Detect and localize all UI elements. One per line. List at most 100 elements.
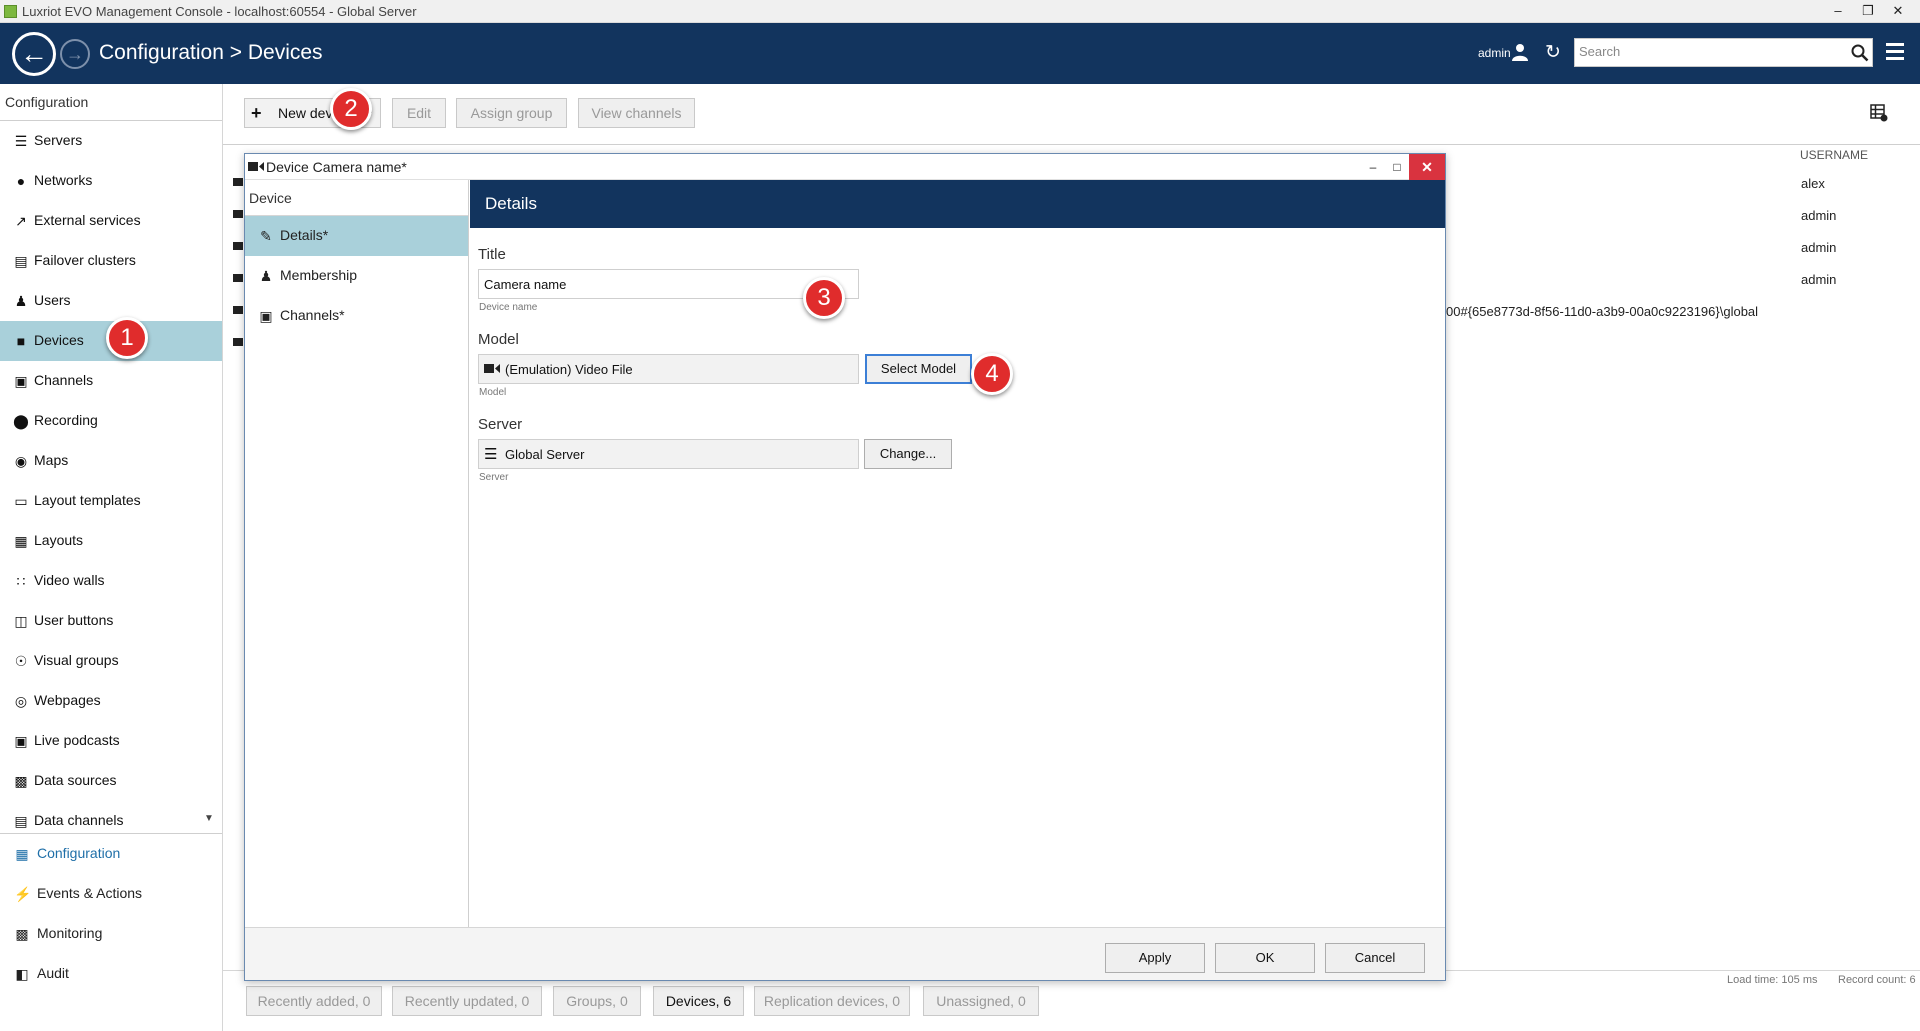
sidebar-section-title: Configuration xyxy=(5,94,89,110)
sidebar-item-webpages[interactable]: ◎ Webpages xyxy=(0,681,222,721)
search-icon[interactable] xyxy=(1851,44,1869,62)
minimize-icon[interactable]: – xyxy=(1361,157,1385,177)
search-field[interactable] xyxy=(1574,38,1873,67)
channels-icon: ▣ xyxy=(259,308,273,324)
view-channels-button[interactable]: View channels xyxy=(578,98,695,128)
user-icon[interactable] xyxy=(1512,43,1528,61)
dialog-section-title: Device xyxy=(249,190,292,206)
sidebar-item-layouts[interactable]: ▦ Layouts xyxy=(0,521,222,561)
user-icon: ♟ xyxy=(14,293,28,309)
cluster-icon: ▤ xyxy=(14,253,28,269)
nav-monitoring[interactable]: ▩ Monitoring xyxy=(0,914,222,954)
nav-events-actions[interactable]: ⚡ Events & Actions xyxy=(0,874,222,914)
title-hint: Device name xyxy=(479,302,538,313)
window-title: Luxriot EVO Management Console - localho… xyxy=(22,4,417,19)
filter-groups[interactable]: Groups, 0 xyxy=(553,986,641,1016)
select-model-button[interactable]: Select Model xyxy=(865,354,972,384)
dialog-nav-membership[interactable]: ♟ Membership xyxy=(245,256,468,296)
edit-button[interactable]: Edit xyxy=(392,98,446,128)
lightning-icon: ⚡ xyxy=(14,886,32,902)
refresh-icon[interactable]: ↻ xyxy=(1545,41,1561,64)
filter-recently-updated[interactable]: Recently updated, 0 xyxy=(392,986,542,1016)
camera-icon: ■ xyxy=(16,333,26,349)
table-cell-url[interactable]: 00#{65e8773d-8f56-11d0-a3b9-00a0c9223196… xyxy=(1446,304,1758,319)
back-arrow-icon[interactable]: ← xyxy=(12,32,56,76)
restore-icon[interactable]: ❐ xyxy=(1856,2,1880,20)
device-dialog: Device Camera name* – □ ✕ Device ✎ Detai… xyxy=(244,153,1446,981)
apply-button[interactable]: Apply xyxy=(1105,943,1205,973)
minimize-icon[interactable]: – xyxy=(1826,2,1850,20)
nav-audit[interactable]: ◧ Audit xyxy=(0,954,222,994)
close-icon[interactable]: ✕ xyxy=(1886,2,1910,20)
sidebar-item-data-sources[interactable]: ▩ Data sources xyxy=(0,761,222,801)
sidebar-item-recording[interactable]: ⬤ Recording xyxy=(0,401,222,441)
table-cell-username[interactable]: alex xyxy=(1801,176,1825,191)
dialog-nav-details[interactable]: ✎ Details* xyxy=(245,216,468,256)
server-field: ☰ Global Server xyxy=(478,439,859,469)
sidebar-item-live-podcasts[interactable]: ▣ Live podcasts xyxy=(0,721,222,761)
column-header-username[interactable]: USERNAME xyxy=(1800,148,1868,162)
table-row-marker xyxy=(233,306,243,314)
podcast-icon: ▣ xyxy=(14,733,28,749)
table-row-marker xyxy=(233,178,243,186)
title-input[interactable]: Camera name xyxy=(478,269,859,299)
sidebar-item-data-channels[interactable]: ▤ Data channels ▼ xyxy=(0,801,222,833)
sidebar-item-external-services[interactable]: ↗ External services xyxy=(0,201,222,241)
filter-recently-added[interactable]: Recently added, 0 xyxy=(246,986,382,1016)
cancel-button[interactable]: Cancel xyxy=(1325,943,1425,973)
change-server-button[interactable]: Change... xyxy=(864,439,952,469)
table-row-marker xyxy=(233,274,243,282)
current-user[interactable]: admin xyxy=(1478,46,1511,60)
sidebar-item-networks[interactable]: ● Networks xyxy=(0,161,222,201)
forward-arrow-icon[interactable]: → xyxy=(60,39,90,69)
dialog-nav-channels[interactable]: ▣ Channels* xyxy=(245,296,468,336)
filter-devices[interactable]: Devices, 6 xyxy=(653,986,744,1016)
sidebar-item-layout-templates[interactable]: ▭ Layout templates xyxy=(0,481,222,521)
layout-template-icon: ▭ xyxy=(14,493,28,509)
plus-icon: + xyxy=(251,103,262,123)
eye-icon: ☉ xyxy=(14,653,28,669)
table-cell-username[interactable]: admin xyxy=(1801,272,1836,287)
camera-icon xyxy=(248,162,264,171)
load-time: Load time: 105 ms xyxy=(1727,974,1818,986)
filter-replication-devices[interactable]: Replication devices, 0 xyxy=(754,986,910,1016)
table-cell-username[interactable]: admin xyxy=(1801,240,1836,255)
video-wall-icon: ∷ xyxy=(16,573,26,589)
dialog-nav-panel: Device ✎ Details* ♟ Membership ▣ Channel… xyxy=(245,180,469,927)
maximize-icon[interactable]: □ xyxy=(1385,157,1409,177)
hamburger-menu-icon[interactable] xyxy=(1886,43,1904,61)
table-cell-username[interactable]: admin xyxy=(1801,208,1836,223)
sidebar-item-user-buttons[interactable]: ◫ User buttons xyxy=(0,601,222,641)
nav-configuration[interactable]: ▦ Configuration xyxy=(0,834,222,874)
membership-icon: ♟ xyxy=(259,268,273,284)
sidebar-item-visual-groups[interactable]: ☉ Visual groups xyxy=(0,641,222,681)
sidebar-item-video-walls[interactable]: ∷ Video walls xyxy=(0,561,222,601)
sidebar-item-channels[interactable]: ▣ Channels xyxy=(0,361,222,401)
sidebar-item-maps[interactable]: ◉ Maps xyxy=(0,441,222,481)
sidebar-item-servers[interactable]: ☰ Servers xyxy=(0,121,222,161)
callout-badge-3: 3 xyxy=(803,277,845,319)
assign-group-button[interactable]: Assign group xyxy=(456,98,567,128)
webpage-icon: ◎ xyxy=(14,693,28,709)
server-label: Server xyxy=(478,416,523,433)
callout-badge-4: 4 xyxy=(971,353,1013,395)
record-count: Record count: 6 xyxy=(1838,974,1916,986)
servers-icon: ☰ xyxy=(484,446,498,463)
search-input[interactable] xyxy=(1579,44,1839,59)
ok-button[interactable]: OK xyxy=(1215,943,1315,973)
details-banner: Details xyxy=(470,180,1445,228)
filter-unassigned[interactable]: Unassigned, 0 xyxy=(923,986,1039,1016)
sidebar: Configuration ☰ Servers ● Networks ↗ Extern… xyxy=(0,84,223,1031)
chevron-down-icon[interactable]: ▼ xyxy=(204,813,214,824)
close-icon[interactable]: ✕ xyxy=(1409,154,1445,180)
model-field: (Emulation) Video File xyxy=(478,354,859,384)
callout-badge-2: 2 xyxy=(330,88,372,130)
grid-settings-icon[interactable] xyxy=(1870,104,1888,122)
sidebar-item-users[interactable]: ♟ Users xyxy=(0,281,222,321)
data-source-icon: ▩ xyxy=(14,773,28,789)
app-icon xyxy=(4,5,17,18)
dialog-title: Device Camera name* xyxy=(266,159,407,175)
data-channel-icon: ▤ xyxy=(14,813,28,829)
table-row-marker xyxy=(233,338,243,346)
sidebar-item-failover-clusters[interactable]: ▤ Failover clusters xyxy=(0,241,222,281)
